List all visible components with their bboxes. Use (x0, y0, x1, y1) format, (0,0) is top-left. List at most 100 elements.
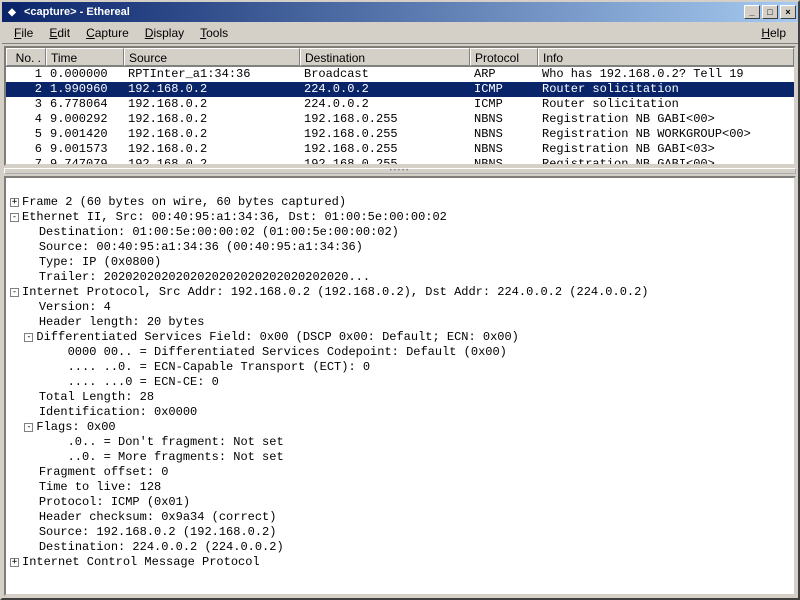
packet-row[interactable]: 49.000292192.168.0.2192.168.0.255NBNSReg… (6, 112, 794, 127)
packet-cell: ICMP (470, 82, 538, 97)
detail-ip-ver: Version: 4 (39, 300, 111, 314)
packet-cell: 1 (6, 67, 46, 82)
app-window: ◆ <capture> - Ethereal _ □ × File Edit C… (0, 0, 800, 600)
packet-cell: Registration NB GABI<03> (538, 142, 794, 157)
packet-cell: Router solicitation (538, 97, 794, 112)
packet-cell: NBNS (470, 142, 538, 157)
packet-row[interactable]: 69.001573192.168.0.2192.168.0.255NBNSReg… (6, 142, 794, 157)
tree-toggle-icon[interactable]: - (10, 213, 19, 222)
detail-ip-dsf2: .... ..0. = ECN-Capable Transport (ECT):… (68, 360, 370, 374)
packet-cell: 192.168.0.255 (300, 142, 470, 157)
detail-ip-id: Identification: 0x0000 (39, 405, 197, 419)
packet-row[interactable]: 21.990960192.168.0.2224.0.0.2ICMPRouter … (6, 82, 794, 97)
col-header-info[interactable]: Info (538, 48, 794, 66)
detail-ip-proto: Protocol: ICMP (0x01) (39, 495, 190, 509)
packet-row[interactable]: 59.001420192.168.0.2192.168.0.255NBNSReg… (6, 127, 794, 142)
packet-cell: NBNS (470, 112, 538, 127)
detail-ip-ttl: Time to live: 128 (39, 480, 161, 494)
packet-cell: 192.168.0.255 (300, 157, 470, 164)
packet-cell: Registration NB WORKGROUP<00> (538, 127, 794, 142)
detail-ip-flags: Flags: 0x00 (36, 420, 115, 434)
packet-cell: 6 (6, 142, 46, 157)
detail-ip-dsf3: .... ...0 = ECN-CE: 0 (68, 375, 219, 389)
packet-cell: 224.0.0.2 (300, 82, 470, 97)
detail-ip-flag-mf: ..0. = More fragments: Not set (68, 450, 284, 464)
menu-help[interactable]: Help (753, 24, 794, 42)
maximize-button[interactable]: □ (762, 5, 778, 19)
packet-cell: 6.778064 (46, 97, 124, 112)
packet-cell: ARP (470, 67, 538, 82)
packet-cell: Registration NB GABI<00> (538, 112, 794, 127)
detail-icmp: Internet Control Message Protocol (22, 555, 260, 569)
col-header-source[interactable]: Source (124, 48, 300, 66)
packet-cell: 192.168.0.2 (124, 157, 300, 164)
packet-cell: 9.001420 (46, 127, 124, 142)
menu-label: elp (770, 26, 786, 40)
menubar: File Edit Capture Display Tools Help (2, 22, 798, 44)
minimize-button[interactable]: _ (744, 5, 760, 19)
packet-details-pane[interactable]: +Frame 2 (60 bytes on wire, 60 bytes cap… (4, 176, 796, 596)
col-header-time[interactable]: Time (46, 48, 124, 66)
menu-label: isplay (153, 26, 184, 40)
tree-toggle-icon[interactable]: + (10, 198, 19, 207)
packet-cell: 9.747079 (46, 157, 124, 164)
packet-cell: 192.168.0.2 (124, 127, 300, 142)
menu-label: ile (21, 26, 33, 40)
detail-ip-cksum: Header checksum: 0x9a34 (correct) (39, 510, 277, 524)
detail-eth-type: Type: IP (0x0800) (39, 255, 161, 269)
menu-edit[interactable]: Edit (41, 24, 78, 42)
tree-toggle-icon[interactable]: - (10, 288, 19, 297)
packet-list-header: No. . Time Source Destination Protocol I… (6, 48, 794, 67)
packet-cell: NBNS (470, 127, 538, 142)
col-header-no[interactable]: No. . (6, 48, 46, 66)
packet-cell: 192.168.0.255 (300, 127, 470, 142)
packet-cell: Broadcast (300, 67, 470, 82)
packet-cell: 192.168.0.2 (124, 112, 300, 127)
packet-cell: 3 (6, 97, 46, 112)
col-header-dest[interactable]: Destination (300, 48, 470, 66)
detail-ip-len: Total Length: 28 (39, 390, 154, 404)
detail-ip-flag-df: .0.. = Don't fragment: Not set (68, 435, 284, 449)
detail-ip-frag: Fragment offset: 0 (39, 465, 169, 479)
packet-cell: Who has 192.168.0.2? Tell 19 (538, 67, 794, 82)
packet-row[interactable]: 36.778064192.168.0.2224.0.0.2ICMPRouter … (6, 97, 794, 112)
menu-display[interactable]: Display (137, 24, 192, 42)
detail-frame: Frame 2 (60 bytes on wire, 60 bytes capt… (22, 195, 346, 209)
detail-eth-dst: Destination: 01:00:5e:00:00:02 (01:00:5e… (39, 225, 399, 239)
packet-row[interactable]: 79.747079192.168.0.2192.168.0.255NBNSReg… (6, 157, 794, 164)
col-header-protocol[interactable]: Protocol (470, 48, 538, 66)
packet-cell: Router solicitation (538, 82, 794, 97)
detail-ip-daddr: Destination: 224.0.0.2 (224.0.0.2) (39, 540, 284, 554)
packet-cell: 192.168.0.2 (124, 82, 300, 97)
packet-cell: ICMP (470, 97, 538, 112)
tree-toggle-icon[interactable]: - (24, 423, 33, 432)
pane-splitter[interactable]: ••••• (4, 168, 796, 174)
packet-cell: 4 (6, 112, 46, 127)
packet-cell: RPTInter_a1:34:36 (124, 67, 300, 82)
window-title: <capture> - Ethereal (24, 6, 744, 18)
tree-toggle-icon[interactable]: + (10, 558, 19, 567)
packet-row[interactable]: 10.000000RPTInter_a1:34:36BroadcastARPWh… (6, 67, 794, 82)
detail-ip-hlen: Header length: 20 bytes (39, 315, 205, 329)
packet-cell: 2 (6, 82, 46, 97)
packet-cell: 9.001573 (46, 142, 124, 157)
titlebar[interactable]: ◆ <capture> - Ethereal _ □ × (2, 2, 798, 22)
detail-eth: Ethernet II, Src: 00:40:95:a1:34:36, Dst… (22, 210, 447, 224)
packet-cell: 0.000000 (46, 67, 124, 82)
detail-ip-saddr: Source: 192.168.0.2 (192.168.0.2) (39, 525, 277, 539)
detail-eth-src: Source: 00:40:95:a1:34:36 (00:40:95:a1:3… (39, 240, 363, 254)
packet-list-pane: No. . Time Source Destination Protocol I… (4, 46, 796, 166)
menu-capture[interactable]: Capture (78, 24, 137, 42)
packet-list-body[interactable]: 10.000000RPTInter_a1:34:36BroadcastARPWh… (6, 67, 794, 164)
app-icon: ◆ (4, 4, 20, 20)
close-button[interactable]: × (780, 5, 796, 19)
packet-cell: 5 (6, 127, 46, 142)
packet-cell: 192.168.0.2 (124, 142, 300, 157)
menu-label: apture (95, 26, 129, 40)
tree-toggle-icon[interactable]: - (24, 333, 33, 342)
packet-cell: 224.0.0.2 (300, 97, 470, 112)
detail-ip-dsf: Differentiated Services Field: 0x00 (DSC… (36, 330, 518, 344)
menu-file[interactable]: File (6, 24, 41, 42)
menu-tools[interactable]: Tools (192, 24, 236, 42)
packet-cell: 7 (6, 157, 46, 164)
